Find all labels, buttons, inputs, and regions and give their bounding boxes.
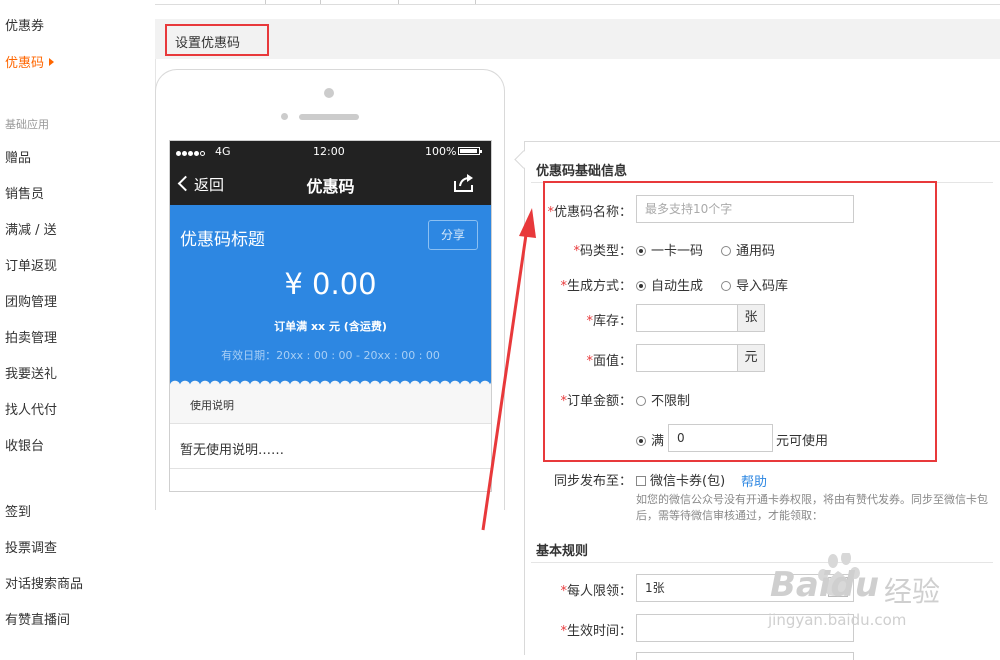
page-title-bar [155, 19, 1000, 59]
usage-header: 使用说明 [170, 385, 491, 424]
field-label-per-limit: *每人限领： [560, 584, 632, 599]
phone-screen: 4G 12:00 100% 返回 优惠码 优惠码标题 分享 ¥ 0.00 订单满… [169, 140, 492, 492]
sidebar-item-cashback[interactable]: 订单返现 [5, 255, 57, 274]
section-title-basic: 优惠码基础信息 [536, 164, 628, 179]
sidebar-item-cashier[interactable]: 收银台 [5, 435, 44, 454]
section-title-rules: 基本规则 [536, 544, 589, 559]
status-bar: 4G 12:00 100% [170, 141, 491, 163]
wechat-card-checkbox[interactable]: 微信卡券(包) [636, 470, 725, 489]
annotation-box-title [165, 24, 269, 56]
phone-nav-title: 优惠码 [306, 177, 355, 196]
battery-icon [458, 147, 482, 155]
usage-text: 暂无使用说明…… [180, 443, 285, 458]
phone-navbar: 返回 优惠码 [170, 163, 491, 205]
battery-percent: 100% [425, 145, 457, 158]
coupon-card: 优惠码标题 分享 ¥ 0.00 订单满 xx 元 (含运费) 有效日期：20xx… [170, 205, 491, 385]
phone-sensor [281, 113, 288, 120]
sidebar-item-salesperson[interactable]: 销售员 [5, 183, 44, 202]
sidebar-item-coupon[interactable]: 优惠券 [5, 15, 44, 34]
field-label-effective-time: *生效时间： [560, 624, 632, 639]
usage-label: 使用说明 [190, 399, 234, 412]
sidebar-item-label: 优惠券 [5, 19, 45, 34]
sidebar-category: 基础应用 [5, 118, 49, 131]
coupon-share-button[interactable]: 分享 [428, 220, 478, 250]
sidebar-item-pay-for-me[interactable]: 找人代付 [5, 399, 57, 418]
network-label: 4G [215, 145, 231, 158]
top-tab-strip [155, 0, 1000, 5]
sidebar-item-discount[interactable]: 满减 / 送 [5, 219, 57, 238]
signal-icon [176, 146, 206, 159]
coupon-validity: 有效日期：20xx : 00 : 00 - 20xx : 00 : 00 [221, 349, 440, 362]
checkbox-icon [636, 476, 646, 486]
sync-note: 如您的微信公众号没有开通卡券权限，将由有赞代发券。同步至微信卡包后，需等待微信审… [636, 493, 988, 522]
help-link[interactable]: 帮助 [741, 471, 767, 490]
status-time: 12:00 [313, 145, 345, 158]
phone-speaker [299, 114, 359, 120]
sidebar: 优惠券 优惠码 基础应用 赠品 销售员 满减 / 送 订单返现 团购管理 拍卖管… [0, 0, 150, 654]
watermark-brand: Baidu [770, 565, 880, 605]
sidebar-item-groupbuy[interactable]: 团购管理 [5, 291, 57, 310]
sidebar-item-label: 优惠码 [5, 56, 45, 71]
field-label-sync: 同步发布至： [553, 474, 632, 489]
share-icon[interactable] [453, 173, 475, 193]
sidebar-item-vote[interactable]: 投票调查 [5, 537, 57, 556]
coupon-condition: 订单满 xx 元 (含运费) [274, 320, 387, 333]
watermark-url: jingyan.baidu.com [768, 611, 907, 629]
sidebar-item-checkin[interactable]: 签到 [5, 501, 31, 520]
coupon-amount: ¥ 0.00 [284, 267, 377, 301]
watermark-cn: 经验 [884, 575, 941, 608]
coupon-title: 优惠码标题 [180, 230, 265, 250]
caret-right-icon [49, 58, 55, 66]
sidebar-item-gift[interactable]: 赠品 [5, 147, 31, 166]
divider [170, 468, 491, 469]
sidebar-item-promo-code[interactable]: 优惠码 [5, 52, 55, 71]
sidebar-item-live[interactable]: 有赞直播间 [5, 609, 70, 628]
phone-camera [324, 88, 334, 98]
sidebar-item-auction[interactable]: 拍卖管理 [5, 327, 57, 346]
sidebar-item-send-gift[interactable]: 我要送礼 [5, 363, 57, 382]
sidebar-item-chat-search[interactable]: 对话搜索商品 [5, 573, 83, 592]
annotation-box-form [543, 181, 937, 462]
